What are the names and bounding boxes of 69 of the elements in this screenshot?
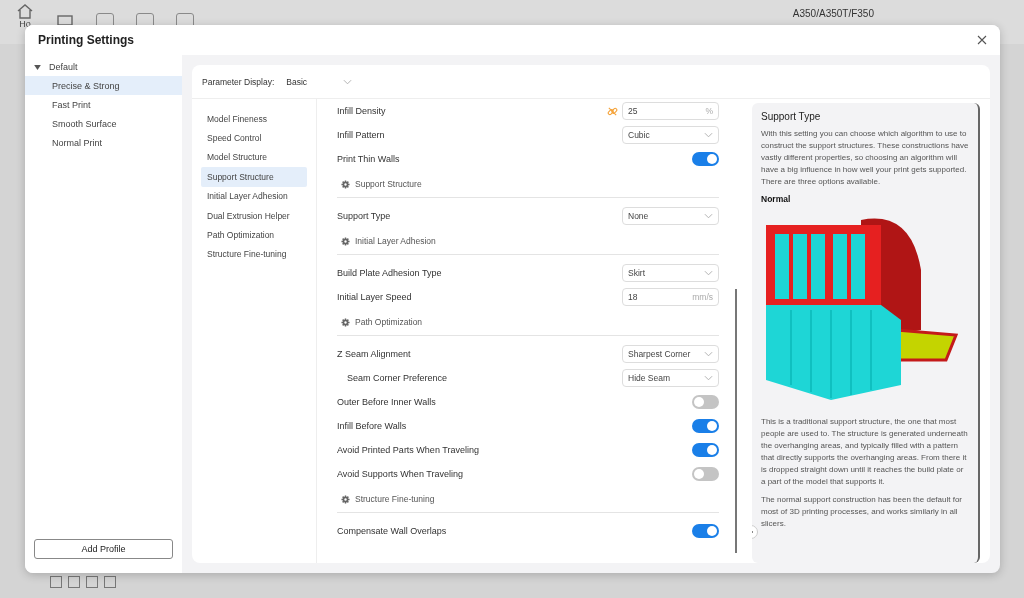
section-heading: Support Structure [355, 179, 422, 189]
category-item[interactable]: Initial Layer Adhesion [201, 186, 307, 206]
chevron-down-icon [704, 213, 713, 219]
category-item[interactable]: Dual Extrusion Helper [201, 205, 307, 226]
dropdown[interactable]: Skirt [622, 264, 719, 282]
scrollbar[interactable] [735, 289, 737, 553]
number-field[interactable]: 25 % [622, 102, 719, 120]
dropdown[interactable]: Sharpest Corner [622, 345, 719, 363]
setting-label: Seam Corner Preference [347, 373, 449, 383]
section-heading: Initial Layer Adhesion [355, 236, 436, 246]
toggle-switch[interactable] [692, 443, 719, 457]
dropdown[interactable]: Hide Seam [622, 369, 719, 387]
profile-item[interactable]: Smooth Surface [25, 114, 182, 133]
gear-icon [341, 236, 350, 246]
chevron-down-icon [704, 132, 713, 138]
dialog-title: Printing Settings [38, 33, 134, 47]
chevron-down-icon [704, 351, 713, 357]
chevron-down-icon [704, 270, 713, 276]
help-text: The normal support construction has been the default for most of 3D printing processes, and works similarly in all slicers. [761, 494, 963, 530]
setting-label: Z Seam Alignment [337, 349, 412, 359]
profile-item[interactable]: Precise & Strong [25, 76, 182, 95]
setting-label: Build Plate Adhesion Type [337, 268, 443, 278]
profile-item[interactable]: Fast Print [25, 95, 182, 114]
setting-label: Initial Layer Speed [337, 292, 413, 302]
category-item[interactable]: Model Structure [201, 147, 307, 168]
section-heading: Structure Fine-tuning [355, 494, 435, 504]
dropdown[interactable]: Cubic [622, 126, 719, 144]
printer-name[interactable]: A350/A350T/F350 [792, 8, 874, 19]
category-item[interactable]: Path Optimization [201, 225, 307, 245]
toggle-switch[interactable] [692, 395, 719, 409]
caret-icon[interactable] [34, 64, 41, 70]
home-icon[interactable] [16, 3, 34, 19]
parameter-display-dropdown[interactable]: Basic [286, 76, 353, 87]
setting-label: Infill Before Walls [337, 421, 408, 431]
profile-item[interactable]: Normal Print [25, 133, 182, 152]
setting-label: Avoid Supports When Traveling [337, 469, 464, 479]
category-item[interactable]: Speed Control [201, 128, 307, 148]
setting-label: Print Thin Walls [337, 154, 401, 164]
toggle-switch[interactable] [692, 419, 719, 433]
help-title: Support Type [761, 111, 822, 122]
toggle-switch[interactable] [692, 467, 719, 481]
setting-label: Support Type [337, 211, 392, 221]
gear-icon [341, 179, 350, 189]
number-field[interactable]: 18 mm/s [622, 288, 719, 306]
link-icon[interactable] [607, 105, 618, 117]
chevron-down-icon [704, 375, 713, 381]
close-icon[interactable] [977, 35, 987, 45]
gear-icon [341, 494, 350, 504]
add-profile-button[interactable]: Add Profile [34, 539, 173, 559]
help-text: With this setting you can choose which algorithm to use to construct the support structures. These constructions have vastly different properties, so choosing an algorithm will have a big influence in how well your print gets supported. There are three options available. [761, 128, 969, 188]
chevron-down-icon [343, 78, 353, 85]
setting-label: Infill Pattern [337, 130, 386, 140]
category-item[interactable]: Model Fineness [201, 109, 307, 129]
category-item[interactable]: Structure Fine-tuning [201, 244, 307, 265]
help-subtitle: Normal [761, 194, 792, 204]
parameter-display-label: Parameter Display: [202, 76, 275, 87]
setting-label: Infill Density [337, 106, 387, 116]
dropdown[interactable]: None [622, 207, 719, 225]
gear-icon [341, 317, 350, 327]
help-text: This is a traditional support structure, the one that most people are used to. The structure is generated underneath the overhanging areas, and typically filled with a pattern that directly supports the overhanging areas. From there it is dropped straight down until it reaches the build plate or a part of the model that supports it. [761, 416, 969, 488]
setting-label: Outer Before Inner Walls [337, 397, 437, 407]
profile-group[interactable]: Default [49, 62, 78, 72]
home-label: Ho [19, 19, 31, 29]
section-heading: Path Optimization [355, 317, 423, 327]
toggle-switch[interactable] [692, 152, 719, 166]
setting-label: Compensate Wall Overlaps [337, 526, 448, 536]
setting-label: Avoid Printed Parts When Traveling [337, 445, 480, 455]
toggle-switch[interactable] [692, 524, 719, 538]
category-item[interactable]: Support Structure [201, 167, 307, 187]
